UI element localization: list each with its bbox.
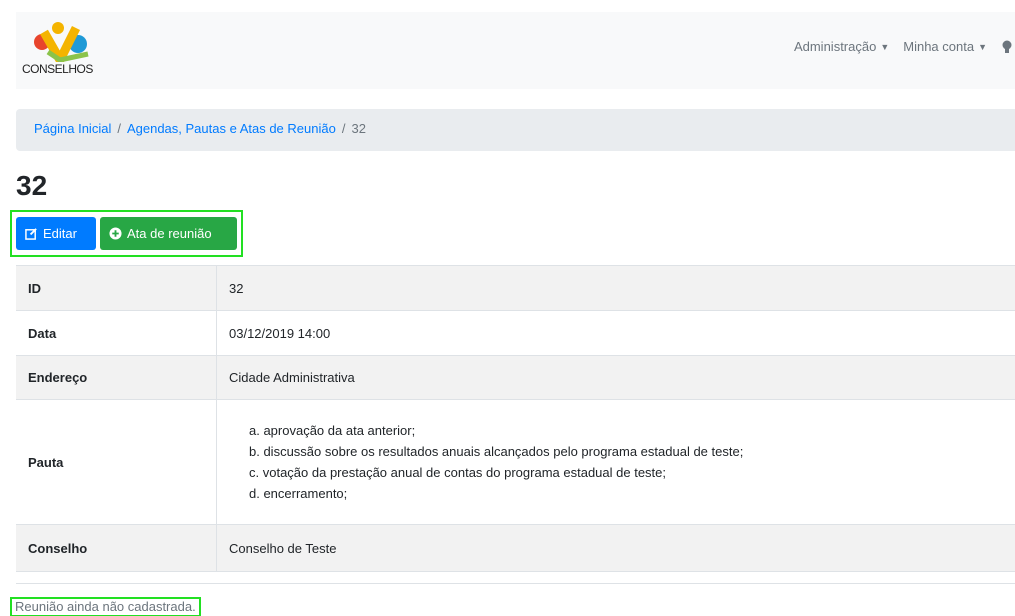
plus-circle-icon (109, 227, 122, 240)
row-label: Pauta (16, 400, 217, 524)
row-label: ID (16, 266, 217, 310)
lightbulb-icon[interactable] (1001, 40, 1015, 54)
row-value: Conselho de Teste (229, 540, 337, 556)
table-row-data: Data 03/12/2019 14:00 (16, 311, 1015, 356)
table-row-conselho: Conselho Conselho de Teste (16, 525, 1015, 572)
row-label: Data (16, 311, 217, 355)
caret-down-icon: ▼ (978, 41, 987, 52)
pauta-item: a. aprovação da ata anterior; (249, 423, 416, 438)
table-row-endereco: Endereço Cidade Administrativa (16, 356, 1015, 400)
row-value: Cidade Administrativa (229, 370, 355, 385)
pauta-list: a. aprovação da ata anterior; b. discuss… (229, 420, 743, 504)
brand-text: CONSELHOS (22, 62, 93, 76)
nav-administracao-label: Administração (793, 39, 877, 54)
nav-administracao[interactable]: Administração ▼ (794, 39, 889, 54)
row-label: Endereço (16, 356, 217, 399)
breadcrumb-home[interactable]: Página Inicial (34, 121, 111, 136)
pauta-item: b. discussão sobre os resultados anuais … (249, 444, 744, 459)
divider (16, 583, 1015, 584)
breadcrumb-separator: / (117, 121, 121, 136)
pauta-item: d. encerramento; (249, 486, 348, 501)
edit-button[interactable]: Editar (16, 217, 96, 250)
navbar: CONSELHOS Administração ▼ Minha conta ▼ (16, 12, 1015, 89)
nav-minha-conta[interactable]: Minha conta ▼ (903, 39, 987, 54)
breadcrumb: Página Inicial / Agendas, Pautas e Atas de… (16, 109, 1015, 151)
brand-logo[interactable]: CONSELHOS (16, 18, 116, 82)
ata-de-reuniao-label: Ata de reunião (127, 226, 212, 241)
status-notice: Reunião ainda não cadastrada. (10, 597, 201, 616)
table-row-id: ID 32 (16, 266, 1015, 311)
nav-menu: Administração ▼ Minha conta ▼ (794, 39, 1015, 54)
caret-down-icon: ▼ (880, 41, 890, 52)
edit-button-label: Editar (43, 226, 77, 241)
row-value: a. aprovação da ata anterior; b. discuss… (217, 400, 1015, 524)
edit-icon (25, 228, 37, 240)
ata-de-reuniao-button[interactable]: Ata de reunião (100, 217, 237, 250)
action-buttons: Editar Ata de reunião (10, 210, 243, 257)
nav-minha-conta-label: Minha conta (903, 39, 975, 54)
table-row-pauta: Pauta a. aprovação da ata anterior; b. d… (16, 400, 1015, 525)
page-title: 32 (16, 170, 48, 201)
conselhos-logo-icon (34, 22, 89, 62)
row-label: Conselho (16, 525, 217, 571)
breadcrumb-separator: / (341, 121, 346, 136)
breadcrumb-current: 32 (351, 121, 366, 136)
row-value: 03/12/2019 14:00 (229, 325, 331, 341)
row-value: 32 (229, 280, 244, 296)
breadcrumb-agendas[interactable]: Agendas, Pautas e Atas de Reunião (127, 121, 336, 136)
details-table: ID 32 Data 03/12/2019 14:00 Endereço Cid… (16, 265, 1015, 572)
pauta-item: c. votação da prestação anual de contas … (249, 465, 666, 480)
